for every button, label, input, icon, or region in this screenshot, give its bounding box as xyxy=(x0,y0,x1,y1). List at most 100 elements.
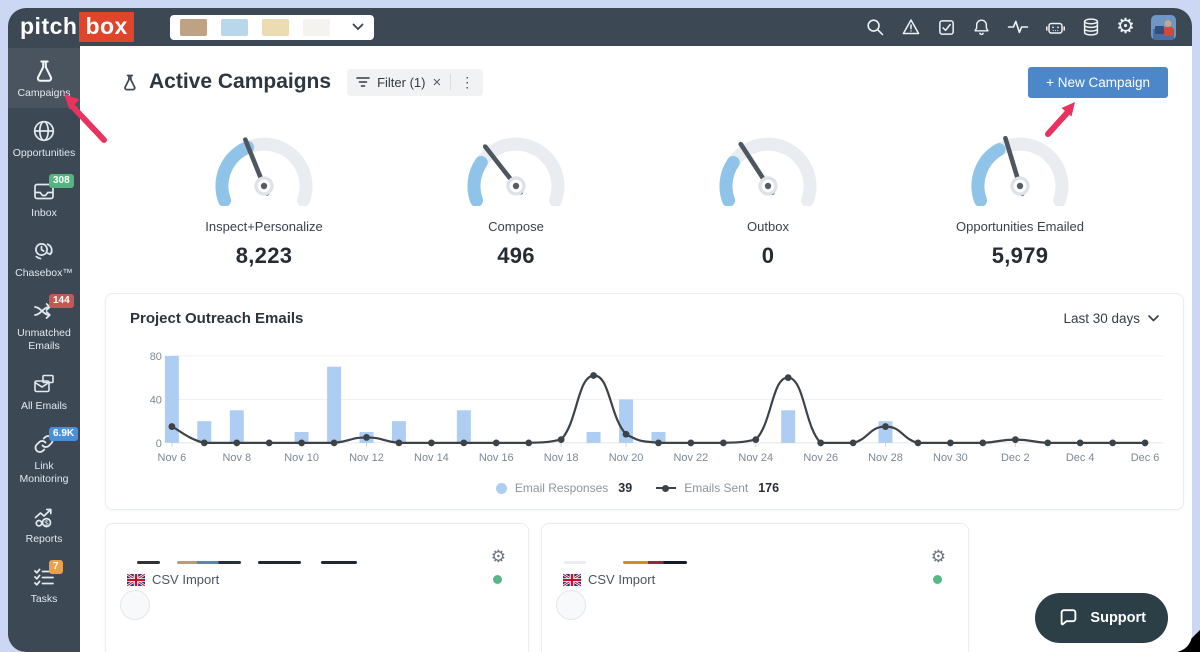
svg-text:Nov 20: Nov 20 xyxy=(609,452,644,464)
sidebar-item-label: Reports xyxy=(26,533,63,545)
svg-text:80: 80 xyxy=(150,351,162,363)
bot-icon[interactable] xyxy=(1045,17,1066,37)
search-icon[interactable] xyxy=(865,17,885,37)
bell-icon[interactable] xyxy=(972,17,991,37)
filter-close-icon[interactable]: × xyxy=(432,74,441,91)
gauge-dial xyxy=(452,122,580,206)
filter-pill[interactable]: Filter (1) × ⋮ xyxy=(347,69,483,96)
campaign-source-label: CSV Import xyxy=(152,572,219,587)
outreach-chart-card: Project Outreach Emails Last 30 days 0 40… xyxy=(105,293,1184,510)
gear-icon[interactable]: ⚙ xyxy=(931,548,946,565)
gauge-label: Opportunities Emailed xyxy=(894,219,1146,234)
activity-pulse-icon[interactable] xyxy=(1007,17,1029,37)
redacted-line xyxy=(564,561,586,564)
legend-emails-sent[interactable]: Emails Sent xyxy=(656,481,748,495)
gauge-outbox: Outbox 0 xyxy=(642,122,894,269)
svg-text:Dec 2: Dec 2 xyxy=(1001,452,1030,464)
svg-text:0: 0 xyxy=(156,438,162,450)
page-header: Active Campaigns Filter (1) × ⋮ + New Ca… xyxy=(120,62,1168,102)
pitchbox-logo[interactable]: pitchbox xyxy=(20,12,134,42)
new-campaign-button[interactable]: + New Campaign xyxy=(1028,67,1168,98)
sidebar-item-label: Unmatched Emails xyxy=(17,327,71,352)
outreach-chart: 04080Nov 6Nov 8Nov 10Nov 12Nov 14Nov 16N… xyxy=(126,339,1163,479)
sidebar-item-unmatched-emails[interactable]: 144 Unmatched Emails xyxy=(8,288,80,361)
sidebar-item-reports[interactable]: $ Reports xyxy=(8,494,80,554)
svg-text:Nov 16: Nov 16 xyxy=(479,452,514,464)
status-dot xyxy=(933,575,942,584)
chevron-down-icon xyxy=(1148,315,1159,322)
gear-icon[interactable]: ⚙ xyxy=(1116,17,1135,37)
campaign-card[interactable]: ⚙ CSV Import xyxy=(541,523,969,652)
campaign-source: CSV Import xyxy=(563,572,655,587)
campaign-source: CSV Import xyxy=(127,572,219,587)
redacted-line xyxy=(623,561,687,564)
svg-text:Nov 22: Nov 22 xyxy=(674,452,709,464)
workspace-swatch-1 xyxy=(180,19,207,36)
gauge-label: Outbox xyxy=(642,219,894,234)
svg-text:Nov 18: Nov 18 xyxy=(544,452,579,464)
gauge-dial xyxy=(704,122,832,206)
svg-text:Dec 4: Dec 4 xyxy=(1066,452,1095,464)
support-button[interactable]: Support xyxy=(1035,593,1168,643)
kebab-menu-icon[interactable]: ⋮ xyxy=(460,74,474,91)
gauge-value: 0 xyxy=(642,243,894,269)
sidebar-item-link-monitoring[interactable]: 6.9K Link Monitoring xyxy=(8,421,80,494)
sidebar-item-chasebox[interactable]: Chasebox™ xyxy=(8,228,80,288)
campaign-card[interactable]: ⚙ CSV Import xyxy=(105,523,529,652)
flask-icon xyxy=(31,58,57,84)
uk-flag-icon xyxy=(127,574,145,586)
svg-text:Nov 12: Nov 12 xyxy=(349,452,384,464)
checkbox-icon[interactable] xyxy=(937,18,956,37)
database-icon[interactable] xyxy=(1082,17,1100,37)
main-content: Active Campaigns Filter (1) × ⋮ + New Ca… xyxy=(80,46,1192,652)
legend-email-responses[interactable]: Email Responses xyxy=(496,481,608,495)
legend-label: Email Responses xyxy=(515,481,608,495)
sidebar-item-tasks[interactable]: 7 Tasks xyxy=(8,554,80,614)
svg-text:40: 40 xyxy=(150,394,162,406)
campaign-source-label: CSV Import xyxy=(588,572,655,587)
gauge-value: 5,979 xyxy=(894,243,1146,269)
redacted-line xyxy=(321,561,357,564)
gear-icon[interactable]: ⚙ xyxy=(491,548,506,565)
date-range-select[interactable]: Last 30 days xyxy=(1063,311,1159,326)
sidebar-item-label: Campaigns xyxy=(17,87,70,99)
topbar-icon-row: ⚙ xyxy=(865,15,1176,40)
sidebar-item-opportunities[interactable]: Opportunities xyxy=(8,108,80,168)
envelopes-icon xyxy=(31,371,57,397)
inbox-count-badge: 308 xyxy=(49,174,74,188)
logo-pitch: pitch xyxy=(20,13,77,40)
svg-text:Dec 6: Dec 6 xyxy=(1131,452,1160,464)
avatar-placeholder xyxy=(120,590,150,620)
sidebar-item-label: Link Monitoring xyxy=(19,460,68,485)
uk-flag-icon xyxy=(563,574,581,586)
gauge-opportunities-emailed: Opportunities Emailed 5,979 xyxy=(894,122,1146,269)
svg-text:Nov 26: Nov 26 xyxy=(803,452,838,464)
unmatched-count-badge: 144 xyxy=(49,294,74,308)
gauge-label: Compose xyxy=(390,219,642,234)
gauge-dial xyxy=(200,122,328,206)
avatar[interactable] xyxy=(1151,15,1176,40)
gauge-compose: Compose 496 xyxy=(390,122,642,269)
gauges-row: Inspect+Personalize 8,223 Compose 496 Ou… xyxy=(138,122,1146,269)
gauge-label: Inspect+Personalize xyxy=(138,219,390,234)
sidebar-item-all-emails[interactable]: All Emails xyxy=(8,361,80,421)
sidebar-item-inbox[interactable]: 308 Inbox xyxy=(8,168,80,228)
svg-text:Nov 10: Nov 10 xyxy=(284,452,319,464)
redacted-line xyxy=(177,561,241,564)
globe-icon xyxy=(31,118,57,144)
sidebar-item-label: Chasebox™ xyxy=(15,267,73,279)
svg-text:Nov 6: Nov 6 xyxy=(158,452,187,464)
alert-triangle-icon[interactable] xyxy=(901,17,921,37)
top-bar: pitchbox ⚙ xyxy=(8,8,1192,46)
chart-title: Project Outreach Emails xyxy=(130,310,303,327)
sidebar-item-campaigns[interactable]: Campaigns xyxy=(8,48,80,108)
gauge-inspect-personalize: Inspect+Personalize 8,223 xyxy=(138,122,390,269)
clock-arrow-icon xyxy=(31,238,57,264)
workspace-selector[interactable] xyxy=(170,15,374,40)
chat-bubble-icon xyxy=(1057,607,1080,629)
logo-box: box xyxy=(79,12,133,42)
legend-dot-icon xyxy=(496,483,507,494)
tasks-count-badge: 7 xyxy=(49,560,63,574)
sidebar-item-label: Tasks xyxy=(31,593,58,605)
filter-icon xyxy=(356,76,370,88)
